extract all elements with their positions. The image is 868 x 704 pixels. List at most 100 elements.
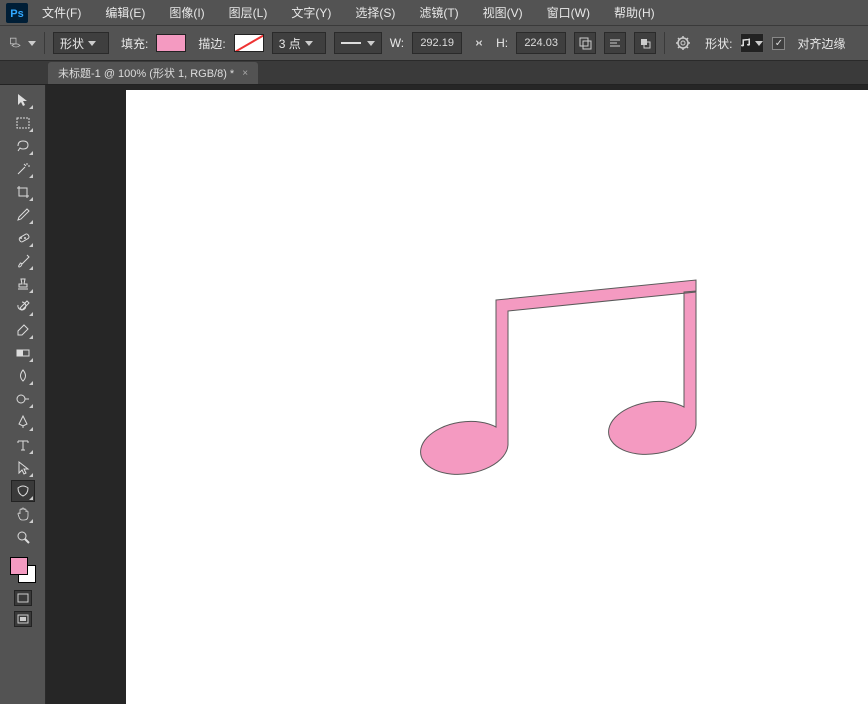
tool-flyout-icon	[29, 496, 33, 500]
height-label: H:	[496, 36, 508, 50]
document-tab-title: 未标题-1 @ 100% (形状 1, RGB/8) *	[58, 65, 234, 81]
menu-select[interactable]: 选择(S)	[351, 2, 399, 23]
hand-tool[interactable]	[11, 503, 35, 525]
custom-shape-picker[interactable]	[740, 33, 764, 53]
history-brush-tool[interactable]	[11, 296, 35, 318]
menu-help[interactable]: 帮助(H)	[610, 2, 659, 23]
tool-flyout-icon	[29, 266, 33, 270]
gradient-tool[interactable]	[11, 342, 35, 364]
canvas-viewport[interactable]	[46, 85, 868, 704]
tool-flyout-icon	[29, 450, 33, 454]
tool-flyout-icon	[29, 358, 33, 362]
crop-tool[interactable]	[11, 181, 35, 203]
document-canvas[interactable]	[126, 90, 868, 704]
menu-items: 文件(F) 编辑(E) 图像(I) 图层(L) 文字(Y) 选择(S) 滤镜(T…	[38, 2, 659, 23]
tool-preset-picker[interactable]	[8, 32, 36, 54]
zoom-tool[interactable]	[11, 526, 35, 548]
heal-tool[interactable]	[11, 227, 35, 249]
menu-file[interactable]: 文件(F)	[38, 2, 85, 23]
screen-mode-row	[14, 611, 32, 627]
custom-shape-tool[interactable]	[11, 480, 35, 502]
tool-flyout-icon	[29, 427, 33, 431]
tool-flyout-icon	[29, 519, 33, 523]
stroke-label: 描边:	[198, 35, 225, 52]
stroke-color-swatch[interactable]	[234, 34, 264, 52]
menu-bar: Ps 文件(F) 编辑(E) 图像(I) 图层(L) 文字(Y) 选择(S) 滤…	[0, 0, 868, 25]
chevron-down-icon	[367, 41, 375, 46]
tool-mode-dropdown[interactable]: 形状	[53, 32, 109, 54]
align-edges-checkbox[interactable]	[772, 37, 785, 50]
tool-flyout-icon	[29, 289, 33, 293]
svg-text:Ps: Ps	[10, 8, 23, 20]
chevron-down-icon	[305, 41, 313, 46]
main-area	[0, 85, 868, 704]
tool-flyout-icon	[29, 197, 33, 201]
chevron-down-icon	[88, 41, 96, 46]
type-tool[interactable]	[11, 434, 35, 456]
options-bar: 形状 填充: 描边: 3 点 W: H: 形状: 对齐边缘	[0, 25, 868, 61]
stroke-width-value: 3 点	[279, 35, 301, 52]
quick-mask-row	[14, 590, 32, 606]
shape-label: 形状:	[705, 35, 732, 52]
path-arrangement-button[interactable]	[634, 32, 656, 54]
left-toolbar	[0, 85, 46, 704]
tool-flyout-icon	[29, 220, 33, 224]
width-input[interactable]	[412, 32, 462, 54]
shape-music-note[interactable]	[406, 275, 706, 505]
height-input[interactable]	[516, 32, 566, 54]
tool-flyout-icon	[29, 473, 33, 477]
path-operations-button[interactable]	[574, 32, 596, 54]
menu-type[interactable]: 文字(Y)	[287, 2, 335, 23]
eyedropper-tool[interactable]	[11, 204, 35, 226]
tool-flyout-icon	[29, 404, 33, 408]
foreground-color-swatch[interactable]	[10, 557, 28, 575]
menu-edit[interactable]: 编辑(E)	[101, 2, 149, 23]
brush-tool[interactable]	[11, 250, 35, 272]
separator	[664, 32, 665, 54]
stamp-tool[interactable]	[11, 273, 35, 295]
link-dimensions-icon[interactable]	[470, 34, 488, 52]
menu-layer[interactable]: 图层(L)	[225, 2, 272, 23]
app-logo[interactable]: Ps	[4, 3, 30, 23]
fill-label: 填充:	[121, 35, 148, 52]
tool-flyout-icon	[29, 335, 33, 339]
tool-flyout-icon	[29, 243, 33, 247]
standard-mode-button[interactable]	[14, 590, 32, 606]
color-swatches[interactable]	[8, 555, 38, 585]
lasso-tool[interactable]	[11, 135, 35, 157]
tool-flyout-icon	[29, 105, 33, 109]
path-alignment-button[interactable]	[604, 32, 626, 54]
fill-color-swatch[interactable]	[156, 34, 186, 52]
chevron-down-icon	[755, 41, 763, 46]
path-select-tool[interactable]	[11, 457, 35, 479]
screen-mode-button[interactable]	[14, 611, 32, 627]
wand-tool[interactable]	[11, 158, 35, 180]
menu-window[interactable]: 窗口(W)	[543, 2, 594, 23]
menu-filter[interactable]: 滤镜(T)	[415, 2, 462, 23]
width-label: W:	[390, 36, 404, 50]
close-icon[interactable]: ×	[242, 68, 248, 79]
chevron-down-icon	[28, 41, 36, 46]
eraser-tool[interactable]	[11, 319, 35, 341]
menu-image[interactable]: 图像(I)	[165, 2, 208, 23]
gear-icon[interactable]	[673, 33, 693, 53]
align-edges-label: 对齐边缘	[797, 35, 845, 52]
menu-view[interactable]: 视图(V)	[479, 2, 527, 23]
tool-flyout-icon	[29, 151, 33, 155]
document-tab[interactable]: 未标题-1 @ 100% (形状 1, RGB/8) * ×	[48, 62, 258, 84]
tool-flyout-icon	[29, 174, 33, 178]
tool-flyout-icon	[29, 312, 33, 316]
document-tab-bar: 未标题-1 @ 100% (形状 1, RGB/8) * ×	[0, 61, 868, 85]
move-tool[interactable]	[11, 89, 35, 111]
stroke-style-dropdown[interactable]	[334, 32, 382, 54]
tool-flyout-icon	[29, 128, 33, 132]
pen-tool[interactable]	[11, 411, 35, 433]
marquee-tool[interactable]	[11, 112, 35, 134]
blur-tool[interactable]	[11, 365, 35, 387]
tool-flyout-icon	[29, 381, 33, 385]
tool-mode-label: 形状	[60, 35, 84, 52]
stroke-width-dropdown[interactable]: 3 点	[272, 32, 326, 54]
dodge-tool[interactable]	[11, 388, 35, 410]
line-preview-icon	[341, 42, 361, 44]
separator	[44, 32, 45, 54]
